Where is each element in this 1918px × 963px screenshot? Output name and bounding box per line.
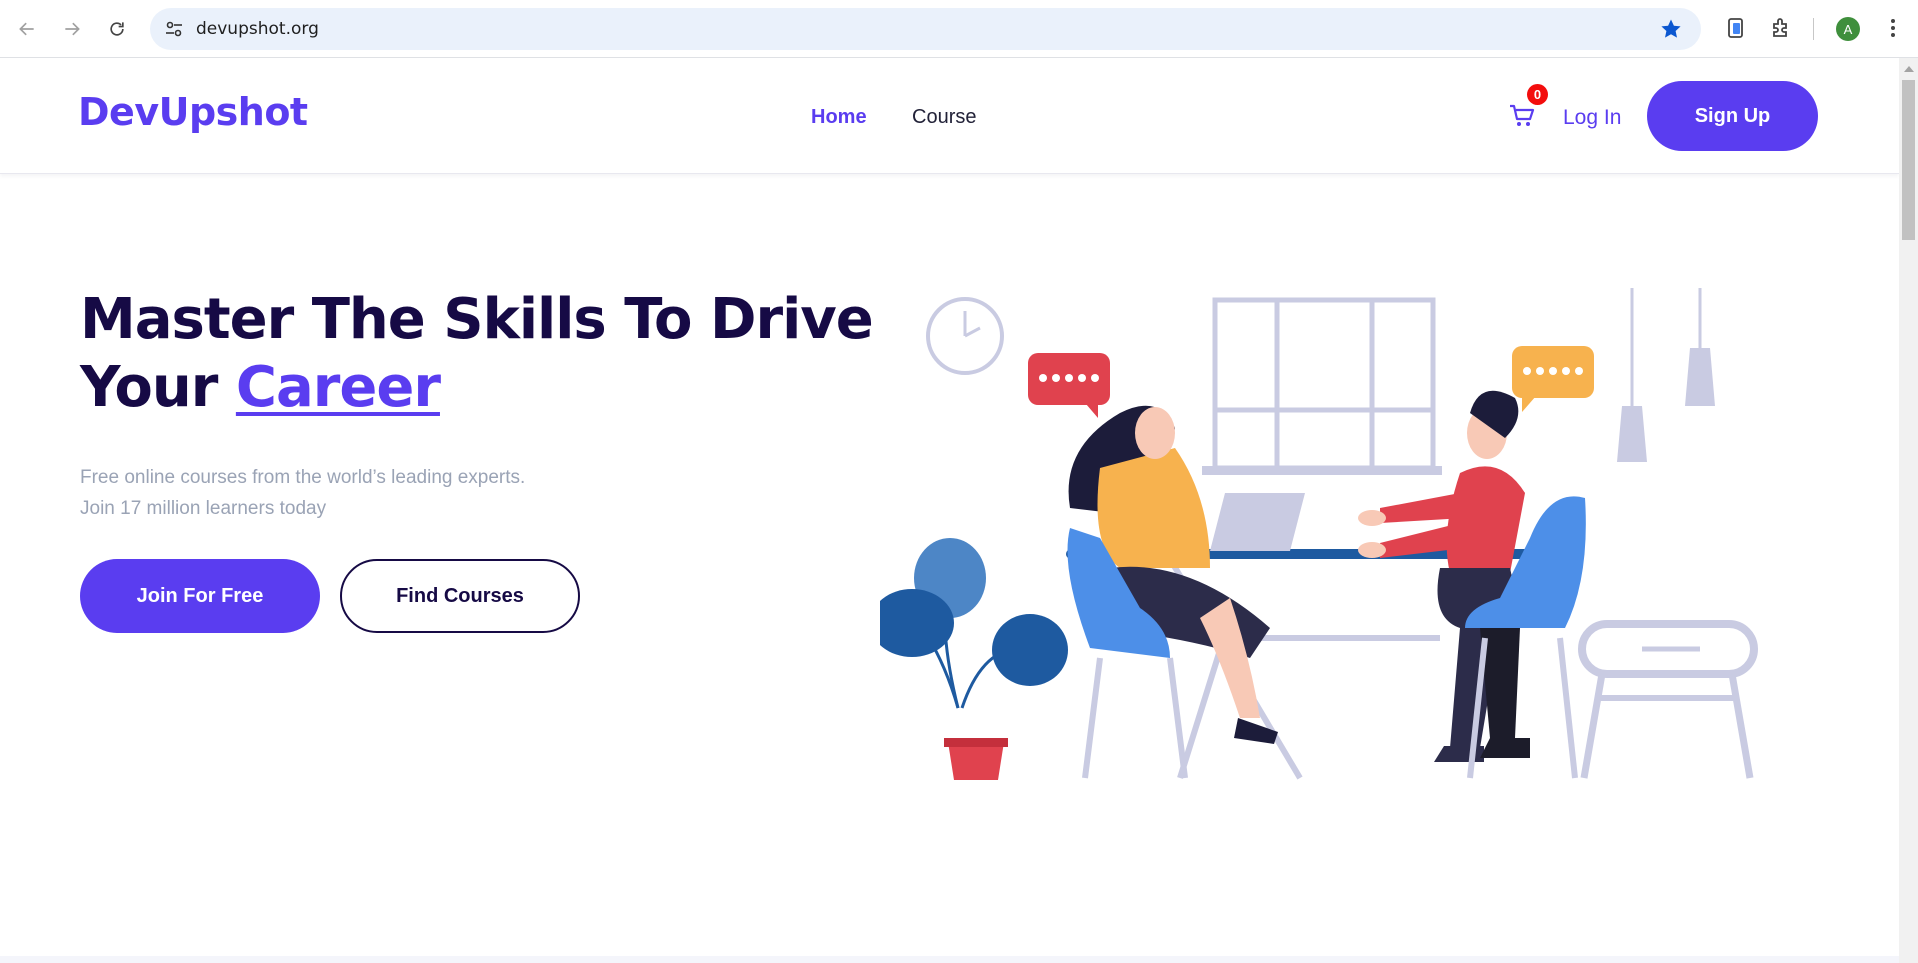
speech-bubble-orange-icon <box>1512 346 1594 412</box>
profile-icon[interactable]: A <box>1836 17 1860 41</box>
back-button[interactable] <box>10 12 44 46</box>
wall-clock-icon <box>926 297 1004 375</box>
forward-button[interactable] <box>55 12 89 46</box>
site-header: DevUpshot Home Course 0 Log In Sign Up <box>0 58 1899 174</box>
hero-title-line2-prefix: Your <box>80 355 236 420</box>
tab-search-icon[interactable] <box>1724 16 1748 40</box>
man-figure <box>1358 390 1586 779</box>
cart-count-badge: 0 <box>1527 84 1548 105</box>
scroll-up-arrow-icon[interactable] <box>1904 66 1914 72</box>
reload-icon <box>110 22 124 36</box>
nav-home-link[interactable]: Home <box>811 106 867 129</box>
hero-title-line1: Master The Skills To Drive <box>80 287 874 352</box>
next-section-edge <box>0 956 1899 963</box>
window-frame <box>1212 297 1436 471</box>
extensions-icon[interactable] <box>1769 16 1793 40</box>
pendant-lamps <box>1617 288 1715 462</box>
woman-figure <box>1067 405 1278 779</box>
scrollbar-thumb[interactable] <box>1902 80 1915 240</box>
find-courses-button[interactable]: Find Courses <box>340 559 580 633</box>
hero-title: Master The Skills To Drive Your Career <box>80 286 880 422</box>
window-sill <box>1202 466 1442 475</box>
potted-plant <box>880 538 1068 780</box>
signup-button[interactable]: Sign Up <box>1647 81 1818 151</box>
login-link[interactable]: Log In <box>1563 106 1621 130</box>
nav-course-link[interactable]: Course <box>912 106 976 129</box>
hero-illustration <box>880 288 1758 780</box>
forward-arrow-icon <box>65 22 80 36</box>
cart-icon[interactable] <box>1508 102 1536 130</box>
hero-title-accent: Career <box>235 355 441 420</box>
side-table <box>1578 620 1758 779</box>
hero-subtitle-line1: Free online courses from the world’s lea… <box>80 467 526 488</box>
site-settings-icon[interactable] <box>164 19 184 39</box>
speech-bubble-red-icon <box>1028 353 1110 418</box>
bookmark-star-icon[interactable] <box>1659 17 1683 41</box>
hero-subtitle-line2: Join 17 million learners today <box>80 498 327 519</box>
url-text[interactable]: devupshot.org <box>196 19 319 39</box>
page-viewport: DevUpshot Home Course 0 Log In Sign Up M… <box>0 58 1899 963</box>
reload-button[interactable] <box>100 12 134 46</box>
toolbar-separator <box>1813 18 1814 40</box>
join-for-free-button[interactable]: Join For Free <box>80 559 320 633</box>
site-logo[interactable]: DevUpshot <box>78 90 308 134</box>
more-menu-icon[interactable] <box>1881 16 1905 40</box>
hero-subtitle: Free online courses from the world’s lea… <box>80 462 640 524</box>
browser-toolbar: devupshot.org A <box>0 0 1918 58</box>
back-arrow-icon <box>19 22 34 36</box>
vertical-scrollbar[interactable] <box>1899 58 1918 963</box>
address-bar[interactable]: devupshot.org <box>150 8 1701 50</box>
laptop-icon <box>1210 493 1305 551</box>
